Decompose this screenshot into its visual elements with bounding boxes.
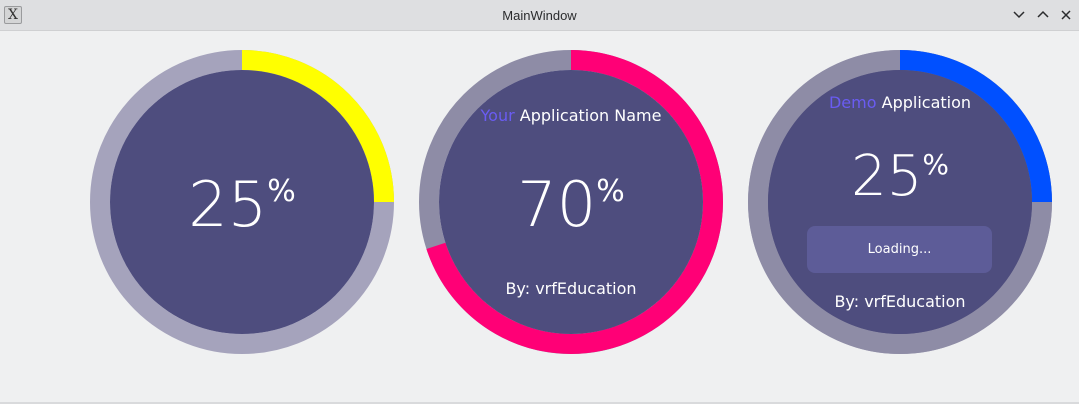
gauge-3-footer: By: vrfEducation (834, 292, 966, 311)
gauge-3-unit: % (922, 148, 949, 181)
title-bar: X MainWindow (0, 0, 1079, 31)
gauge-2-title: Your Application Name (419, 106, 723, 125)
gauge-2-value: 70% (419, 168, 723, 241)
loading-bar: Loading... (807, 226, 992, 273)
gauge-1-unit: % (267, 174, 296, 209)
window-title: MainWindow (502, 8, 577, 23)
gauge-3-title-accent: Demo (828, 93, 877, 112)
minimize-icon[interactable] (1011, 7, 1027, 23)
gauge-3-title-rest: Application (876, 93, 972, 112)
gauge-3-value-number: 25 (851, 144, 923, 209)
gauge-1-value-number: 25 (188, 168, 268, 241)
gauge-2-title-rest: Application Name (514, 106, 662, 125)
maximize-icon[interactable] (1035, 7, 1051, 23)
close-icon[interactable] (1058, 7, 1074, 23)
gauge-3-value: 25% (748, 144, 1052, 209)
gauge-2-value-number: 70 (517, 168, 597, 241)
progress-gauge-2: Your Application Name 70% By: vrfEducati… (419, 50, 723, 354)
gauge-1-value: 25% (90, 168, 394, 241)
progress-gauge-3: Demo Application 25% Loading... By: vrfE… (748, 50, 1052, 354)
gauge-3-title: Demo Application (748, 93, 1052, 112)
gauge-2-title-accent: Your (480, 106, 515, 125)
progress-gauge-1: 25% (90, 50, 394, 354)
gauge-2-unit: % (596, 174, 625, 209)
gauge-2-footer: By: vrfEducation (505, 279, 637, 298)
